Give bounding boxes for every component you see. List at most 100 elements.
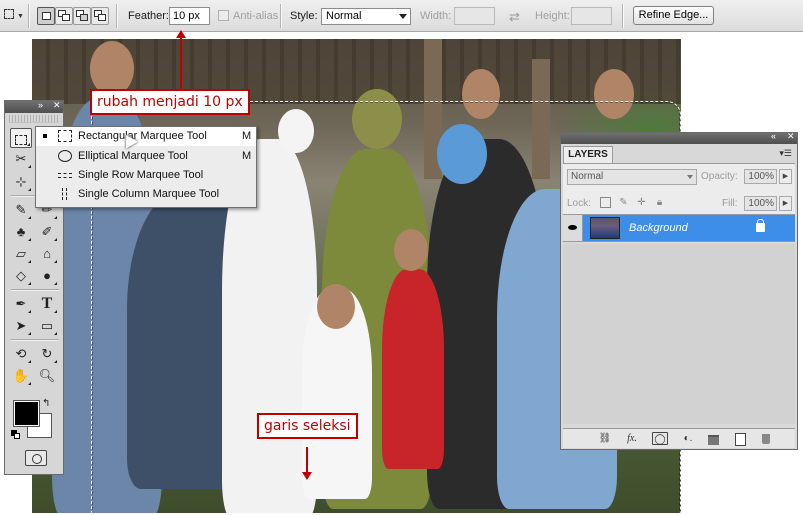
swap-dimensions-icon[interactable]: ⇄ (509, 9, 520, 25)
collapse-icon[interactable]: « (771, 131, 776, 141)
lock-position-icon[interactable]: ✛ (636, 197, 647, 208)
fill-label: Fill: (722, 198, 738, 209)
default-colors-icon[interactable] (11, 430, 20, 439)
path-selection-tool[interactable]: ➤ (10, 316, 32, 336)
feather-input[interactable]: 10 px (169, 7, 210, 25)
tab-layers[interactable]: LAYERS (563, 146, 613, 163)
add-to-selection-button[interactable] (55, 7, 73, 25)
row-marquee-icon (58, 173, 72, 178)
new-layer-icon[interactable] (732, 432, 748, 446)
subtract-from-selection-button[interactable] (73, 7, 91, 25)
selection-annotation: garis seleksi (257, 413, 358, 439)
new-selection-button[interactable] (37, 7, 55, 25)
adjustment-layer-icon[interactable]: ◐. (680, 432, 696, 445)
close-icon[interactable]: ✕ (53, 100, 61, 111)
layers-list-area (563, 244, 795, 424)
blend-mode-select[interactable]: Normal (567, 169, 697, 185)
photoshop-workspace: ▼ Feather: 10 px Anti-alias Style: Norma… (0, 0, 803, 515)
healing-brush-tool[interactable]: ✎ (10, 200, 32, 220)
close-icon[interactable]: ✕ (787, 131, 795, 142)
pen-tool[interactable]: ✒ (10, 294, 32, 314)
ellipse-marquee-icon (58, 150, 72, 162)
rect-marquee-icon (58, 130, 72, 142)
add-mask-icon[interactable]: ◯ (652, 432, 668, 445)
width-input[interactable] (454, 7, 495, 25)
collapse-icon[interactable]: » (38, 100, 43, 110)
lasso-icon: ✂ (15, 151, 27, 166)
panel-grip[interactable] (9, 115, 59, 123)
lasso-tool[interactable]: ✂ (10, 149, 32, 169)
height-input[interactable] (571, 7, 612, 25)
clone-stamp-tool[interactable]: ♣ (10, 222, 32, 242)
chevron-down-icon (399, 14, 407, 19)
arrow-cursor-icon: ➤ (15, 318, 27, 333)
panel-titlebar[interactable]: » ✕ (5, 100, 63, 113)
bucket-icon: ⌂ (43, 246, 51, 261)
opacity-input[interactable]: 100% (744, 169, 777, 184)
layers-panel: « ✕ LAYERS ▾☰ Normal Opacity: 100% ▶ Loc… (560, 131, 798, 450)
panel-titlebar[interactable]: « ✕ (561, 131, 797, 144)
crop-tool[interactable]: ⊹ (10, 172, 32, 192)
stamp-icon: ♣ (16, 224, 26, 239)
hand-tool[interactable]: ✋ (10, 366, 32, 386)
height-label: Height: (535, 10, 570, 22)
lock-pixels-icon[interactable]: ✎ (618, 197, 629, 208)
shape-tool[interactable]: ▭ (36, 316, 58, 336)
type-tool[interactable]: T (36, 294, 58, 314)
tool-preset-picker[interactable]: ▼ (3, 5, 24, 27)
divider (11, 289, 59, 290)
selected-bullet (43, 134, 47, 138)
pen-icon: ✒ (15, 296, 27, 311)
fill-input[interactable]: 100% (744, 196, 777, 211)
lock-transparent-icon[interactable] (600, 197, 611, 208)
drop-icon: ◇ (16, 268, 26, 283)
marquee-tool-flyout: Rectangular Marquee Tool M Elliptical Ma… (35, 126, 257, 208)
opacity-label: Opacity: (701, 171, 738, 182)
divider (116, 4, 117, 28)
flyout-item-single-row[interactable]: Single Row Marquee Tool (36, 166, 256, 185)
width-label: Width: (420, 10, 452, 22)
rect-marquee-tool[interactable] (10, 128, 32, 148)
divider (622, 4, 623, 28)
flyout-item-rectangular[interactable]: Rectangular Marquee Tool M (36, 127, 256, 146)
hand-icon: ✋ (12, 368, 30, 383)
flyout-item-elliptical[interactable]: Elliptical Marquee Tool M (36, 147, 256, 166)
foreground-color-swatch[interactable] (13, 400, 40, 427)
flyout-item-label: Rectangular Marquee Tool (78, 130, 207, 142)
style-label: Style: (290, 10, 318, 22)
layers-footer: ⛓ fx. ◯ ◐. (563, 428, 795, 448)
layer-thumbnail (590, 217, 620, 239)
link-layers-icon[interactable]: ⛓ (597, 432, 613, 445)
eye-icon[interactable] (563, 215, 583, 241)
3d-rotate-tool[interactable]: ⟲ (10, 344, 32, 364)
intersect-selection-button[interactable] (91, 7, 109, 25)
blur-tool[interactable]: ◇ (10, 266, 32, 286)
antialias-checkbox[interactable] (218, 10, 229, 21)
new-group-icon[interactable] (706, 432, 722, 445)
fx-icon[interactable]: fx. (624, 432, 640, 445)
dodge-tool[interactable]: ● (36, 266, 58, 286)
paint-bucket-tool[interactable]: ⌂ (36, 244, 58, 264)
history-brush-icon: ✐ (41, 224, 53, 239)
quick-mask-button[interactable] (25, 450, 47, 466)
divider (280, 4, 281, 28)
fill-slider-button[interactable]: ▶ (779, 196, 792, 211)
swap-colors-icon[interactable]: ↰ (42, 398, 50, 409)
panel-menu-icon[interactable]: ▾☰ (779, 148, 792, 159)
opacity-slider-button[interactable]: ▶ (779, 169, 792, 184)
lock-icon (756, 219, 765, 232)
3d-orbit-tool[interactable]: ↻ (36, 344, 58, 364)
flyout-item-label: Single Column Marquee Tool (78, 188, 220, 200)
refine-edge-button[interactable]: Refine Edge... (633, 6, 714, 25)
eraser-tool[interactable]: ▱ (10, 244, 32, 264)
shortcut-key: M (242, 130, 252, 142)
layer-name: Background (629, 222, 688, 234)
flyout-item-label: Single Row Marquee Tool (78, 169, 204, 181)
style-select[interactable]: Normal (321, 8, 411, 25)
zoom-tool[interactable]: 🔍︎ (36, 366, 58, 386)
lock-all-icon[interactable]: 🔒︎ (654, 197, 665, 208)
delete-layer-icon[interactable] (758, 432, 774, 445)
layer-row-background[interactable]: Background (563, 214, 795, 242)
flyout-item-single-column[interactable]: Single Column Marquee Tool (36, 185, 256, 204)
history-brush-tool[interactable]: ✐ (36, 222, 58, 242)
